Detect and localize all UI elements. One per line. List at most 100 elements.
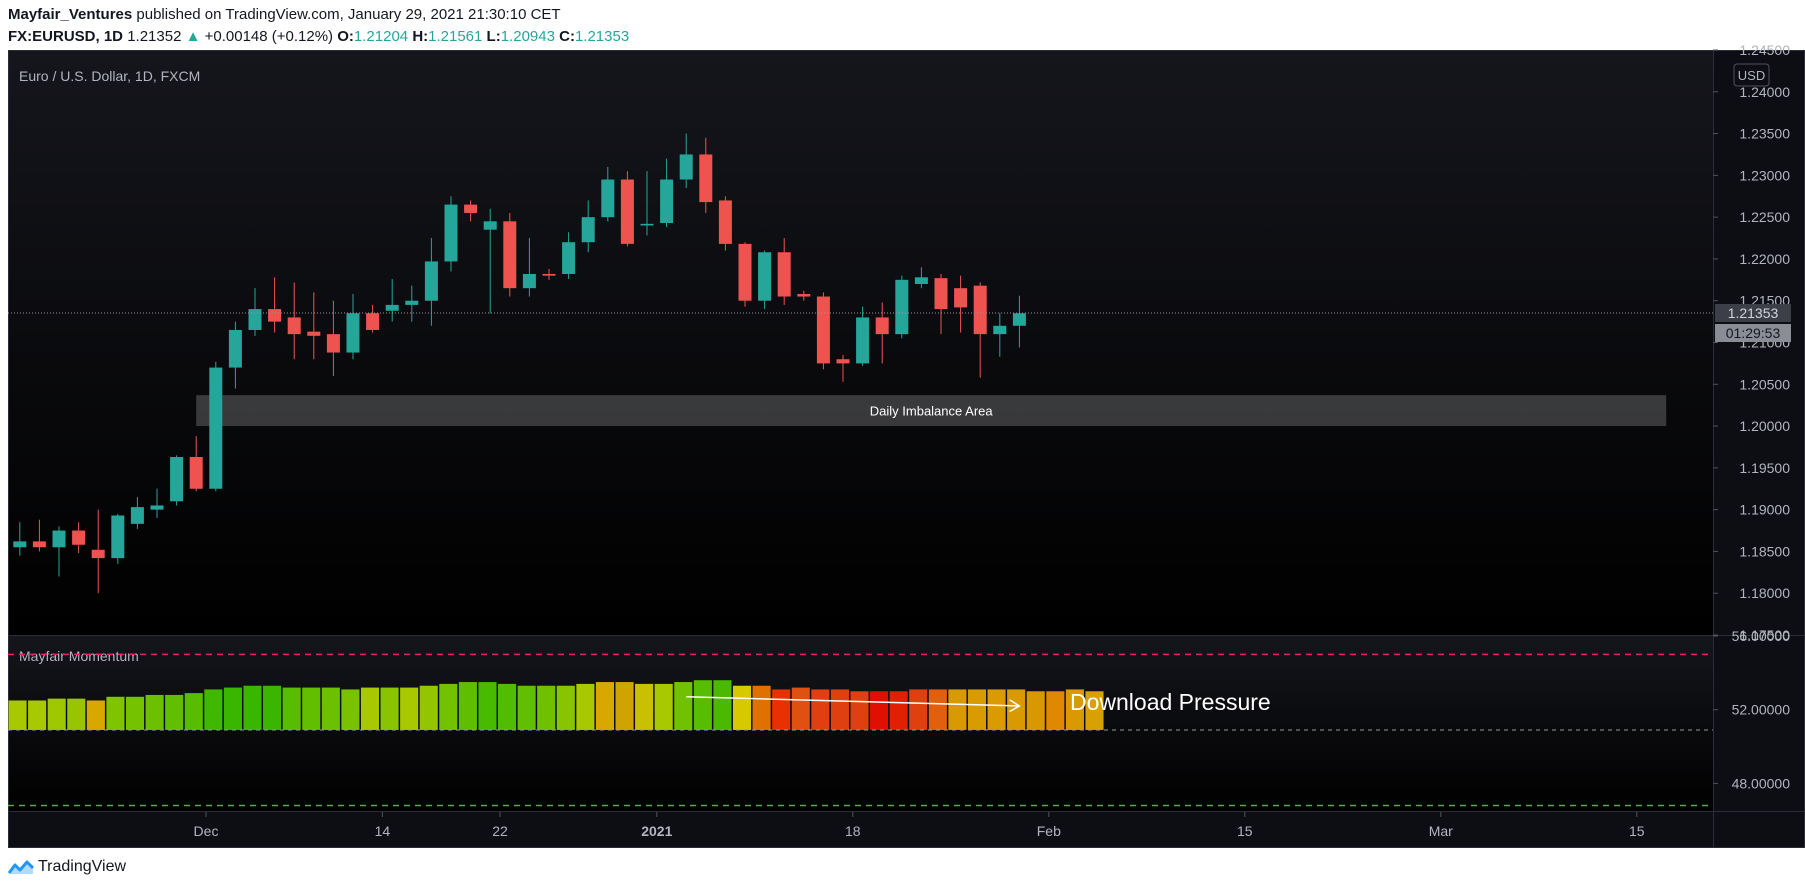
price-tick-label: 1.22000: [1739, 251, 1790, 267]
candle-body: [189, 456, 203, 489]
momentum-bar: [145, 694, 164, 730]
momentum-bar: [987, 689, 1006, 730]
candle-body: [993, 325, 1007, 335]
momentum-bar: [791, 687, 810, 730]
momentum-bar: [341, 689, 360, 730]
momentum-tick-label: 56.00000: [1732, 628, 1791, 644]
momentum-bar: [8, 700, 27, 730]
chart-canvas[interactable]: Euro / U.S. Dollar, 1D, FXCM Mayfair Mom…: [0, 0, 1805, 895]
candle-body: [483, 221, 497, 230]
momentum-bar: [380, 687, 399, 730]
time-tick-label: 2021: [641, 823, 672, 839]
candle-body: [562, 242, 576, 274]
candle-body: [660, 179, 674, 223]
candle-body: [150, 505, 164, 510]
momentum-bar: [615, 682, 634, 730]
time-tick-label: 14: [375, 823, 391, 839]
candle-body: [385, 304, 399, 311]
time-axis-bg[interactable]: [8, 812, 1805, 848]
candle-body: [268, 309, 282, 322]
momentum-bar: [713, 680, 732, 730]
momentum-bar: [302, 687, 321, 730]
time-tick-label: 22: [492, 823, 508, 839]
momentum-bar: [772, 689, 791, 730]
price-tick-label: 1.23000: [1739, 167, 1790, 183]
time-tick-label: 18: [845, 823, 861, 839]
momentum-bar: [752, 685, 771, 730]
candle-body: [346, 313, 360, 353]
momentum-bar: [184, 693, 203, 730]
momentum-bar: [928, 689, 947, 730]
candle-body: [464, 204, 478, 213]
momentum-bar: [1046, 691, 1065, 730]
momentum-bar: [478, 682, 497, 730]
momentum-bar: [458, 682, 477, 730]
candle-body: [444, 204, 458, 262]
time-tick-label: 15: [1629, 823, 1645, 839]
candle-body: [91, 549, 105, 559]
momentum-bar: [576, 683, 595, 730]
price-tick-label: 1.18000: [1739, 585, 1790, 601]
momentum-bar: [321, 687, 340, 730]
candle-body: [777, 252, 791, 297]
brand-name: TradingView: [38, 858, 127, 875]
candle-body: [640, 223, 654, 226]
candle-body: [326, 334, 340, 353]
candle-body: [836, 359, 850, 364]
candle-body: [52, 530, 66, 548]
momentum-bar: [850, 691, 869, 730]
momentum-bar: [106, 696, 125, 730]
candle-body: [914, 277, 928, 284]
time-tick-label: Feb: [1037, 823, 1061, 839]
candle-body: [581, 217, 595, 243]
price-tick-label: 1.19000: [1739, 502, 1790, 518]
candle-body: [973, 285, 987, 335]
momentum-bar: [693, 680, 712, 730]
last-price-label: 1.21353: [1728, 305, 1779, 321]
momentum-bar: [830, 689, 849, 730]
candle-body: [209, 367, 223, 489]
candle-body: [287, 317, 301, 335]
footer-brand[interactable]: TradingView: [8, 858, 126, 876]
candle-body: [111, 515, 125, 559]
price-tick-label: 1.22500: [1739, 209, 1790, 225]
candle-body: [32, 541, 46, 548]
price-tick-label: 1.20000: [1739, 418, 1790, 434]
momentum-bar: [537, 685, 556, 730]
momentum-bar: [223, 687, 242, 730]
momentum-title: Mayfair Momentum: [19, 648, 139, 664]
momentum-bar: [556, 685, 575, 730]
momentum-bar: [870, 691, 889, 730]
momentum-bar: [86, 700, 105, 730]
price-tick-label: 1.23500: [1739, 126, 1790, 142]
candle-body: [758, 252, 772, 301]
candle-body: [875, 317, 889, 335]
momentum-bar: [1026, 691, 1045, 730]
momentum-bar: [889, 691, 908, 730]
countdown-label: 01:29:53: [1726, 325, 1781, 341]
candle-body: [895, 279, 909, 335]
candle-body: [522, 273, 536, 289]
imbalance-zone-label: Daily Imbalance Area: [870, 404, 994, 419]
candle-body: [679, 154, 693, 180]
momentum-bar: [948, 689, 967, 730]
momentum-bar: [732, 685, 752, 730]
tradingview-logo-icon: [8, 860, 34, 874]
momentum-bar: [282, 687, 301, 730]
momentum-bar: [595, 682, 615, 730]
momentum-bar: [654, 683, 673, 730]
candle-body: [856, 317, 870, 364]
momentum-bar: [243, 685, 262, 730]
momentum-bar: [811, 689, 830, 730]
candle-body: [307, 331, 321, 336]
candle-body: [248, 309, 262, 330]
momentum-bar: [1007, 689, 1026, 730]
momentum-bar: [204, 689, 223, 730]
momentum-bar: [419, 685, 438, 730]
momentum-bar: [400, 687, 419, 730]
candle-body: [130, 507, 144, 524]
momentum-bar: [517, 685, 536, 730]
candle-body: [72, 530, 86, 545]
candle-body: [797, 294, 811, 297]
price-tick-label: 1.19500: [1739, 460, 1790, 476]
